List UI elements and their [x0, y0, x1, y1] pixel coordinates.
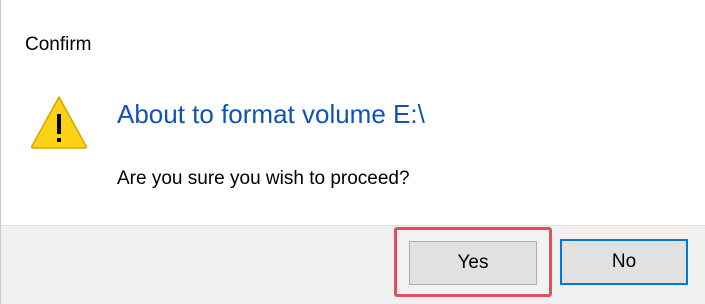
main-instruction: About to format volume E:\ [117, 99, 425, 129]
confirm-dialog: Confirm About to format volume E:\ Are y… [0, 0, 705, 304]
no-button[interactable]: No [560, 239, 688, 285]
title-bar: Confirm [1, 0, 705, 88]
yes-button[interactable]: Yes [409, 241, 537, 285]
warning-icon [30, 96, 88, 149]
window-title: Confirm [25, 34, 92, 55]
confirmation-message: Are you sure you wish to proceed? [117, 168, 410, 189]
